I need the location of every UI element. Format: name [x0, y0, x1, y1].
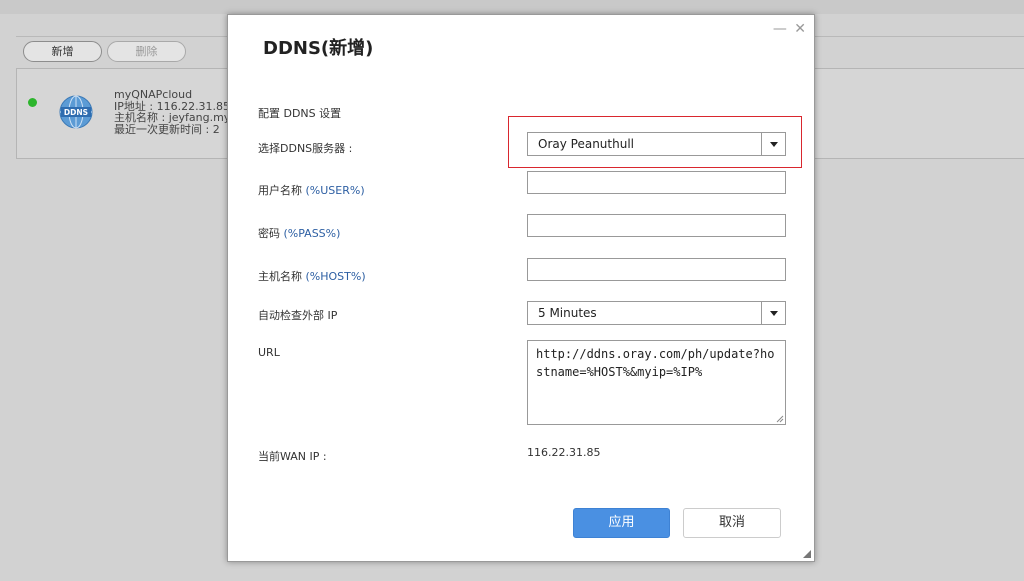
username-label: 用户名称 (%USER%) [258, 182, 365, 198]
password-label: 密码 (%PASS%) [258, 225, 340, 241]
service-label: 选择DDNS服务器 : [258, 142, 353, 155]
entry-name: myQNAPcloud [114, 88, 193, 101]
password-hint: (%PASS%) [283, 227, 341, 240]
chevron-down-icon[interactable] [761, 302, 785, 324]
top-bar [0, 0, 1024, 14]
entry-updated: 最近一次更新时间 : 2 [114, 122, 220, 136]
ddns-globe-icon: DDNS [59, 95, 93, 129]
url-textarea[interactable]: http://ddns.oray.com/ph/update?hostname=… [527, 340, 786, 425]
close-icon[interactable]: ✕ [794, 21, 806, 37]
dialog-title: DDNS(新增) [263, 38, 374, 59]
window-controls: — ✕ [770, 21, 806, 37]
highlight-annotation [508, 116, 802, 168]
section-heading: 配置 DDNS 设置 [258, 107, 342, 120]
hostname-hint: (%HOST%) [305, 270, 366, 283]
delete-button[interactable]: 删除 [107, 41, 186, 62]
hostname-label-text: 主机名称 [258, 270, 302, 283]
entry-host: 主机名称 : jeyfang.my [114, 111, 231, 124]
minimize-icon[interactable]: — [773, 21, 787, 37]
resize-grip-icon[interactable] [776, 415, 784, 423]
check-ip-label: 自动检查外部 IP [258, 309, 338, 322]
wan-ip-label: 当前WAN IP : [258, 450, 327, 463]
ddns-add-dialog: DDNS(新增) — ✕ 配置 DDNS 设置 选择DDNS服务器 : Oray… [227, 14, 815, 562]
check-ip-interval-select[interactable]: 5 Minutes [527, 301, 786, 325]
wan-ip-value: 116.22.31.85 [527, 446, 601, 459]
url-label: URL [258, 346, 280, 359]
username-hint: (%USER%) [305, 184, 365, 197]
ddns-logo-text: DDNS [64, 108, 88, 117]
password-label-text: 密码 [258, 227, 280, 240]
add-button[interactable]: 新增 [23, 41, 102, 62]
status-online-icon [28, 98, 37, 107]
hostname-label: 主机名称 (%HOST%) [258, 268, 366, 284]
username-input[interactable] [527, 171, 786, 194]
check-ip-selected-value: 5 Minutes [538, 306, 597, 320]
password-input[interactable] [527, 214, 786, 237]
cancel-button[interactable]: 取消 [683, 508, 781, 538]
dialog-resize-icon[interactable] [803, 550, 811, 558]
hostname-input[interactable] [527, 258, 786, 281]
username-label-text: 用户名称 [258, 184, 302, 197]
ddns-entry-details[interactable]: myQNAPcloud IP地址 : 116.22.31.85 主机名称 : j… [114, 89, 230, 135]
apply-button[interactable]: 应用 [573, 508, 670, 538]
